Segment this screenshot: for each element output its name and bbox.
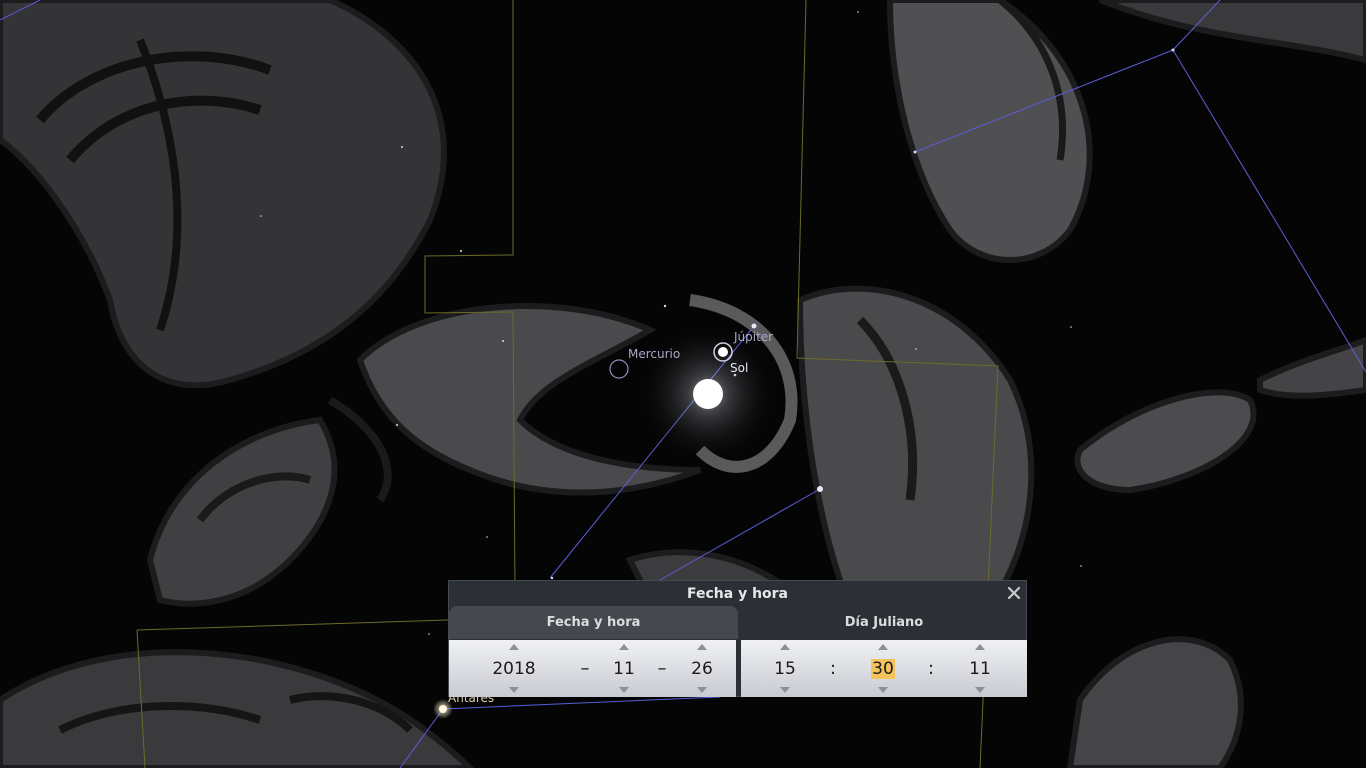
year-spinner[interactable]: 2018 [487,640,541,697]
minute-down-arrow-icon[interactable] [878,687,888,693]
sun-label[interactable]: Sol [730,361,748,375]
sun[interactable] [638,324,778,464]
close-icon[interactable] [1006,585,1022,601]
minute-value[interactable]: 30 [871,659,895,679]
hour-down-arrow-icon[interactable] [780,687,790,693]
date-time-dialog: Fecha y hora Fecha y hora Día Juliano 20… [448,580,1027,697]
minute-spinner[interactable]: 30 [863,640,903,697]
date-panel: 2018 – 11 – 26 [449,640,736,697]
month-value[interactable]: 11 [604,657,644,681]
day-up-arrow-icon[interactable] [697,644,707,650]
time-panel: 15 : 30 : 11 [741,640,1027,697]
year-value[interactable]: 2018 [487,657,541,681]
jupiter-label[interactable]: Júpiter [734,330,773,344]
day-value[interactable]: 26 [682,657,722,681]
time-separator: : [927,658,935,679]
month-spinner[interactable]: 11 [604,640,644,697]
mercury-label[interactable]: Mercurio [628,347,680,361]
day-down-arrow-icon[interactable] [697,687,707,693]
second-value[interactable]: 11 [960,657,1000,681]
date-separator: – [580,658,590,679]
minute-up-arrow-icon[interactable] [878,644,888,650]
hour-spinner[interactable]: 15 [765,640,805,697]
date-separator: – [657,658,667,679]
day-spinner[interactable]: 26 [682,640,722,697]
tab-julian-day[interactable]: Día Juliano [741,606,1027,639]
tab-date-time[interactable]: Fecha y hora [449,606,738,639]
time-separator: : [829,658,837,679]
month-down-arrow-icon[interactable] [619,687,629,693]
minute-value-wrapper[interactable]: 30 [863,657,903,681]
month-up-arrow-icon[interactable] [619,644,629,650]
year-up-arrow-icon[interactable] [509,644,519,650]
second-down-arrow-icon[interactable] [975,687,985,693]
hour-value[interactable]: 15 [765,657,805,681]
year-down-arrow-icon[interactable] [509,687,519,693]
hour-up-arrow-icon[interactable] [780,644,790,650]
second-spinner[interactable]: 11 [960,640,1000,697]
dialog-title[interactable]: Fecha y hora [449,581,1026,607]
second-up-arrow-icon[interactable] [975,644,985,650]
